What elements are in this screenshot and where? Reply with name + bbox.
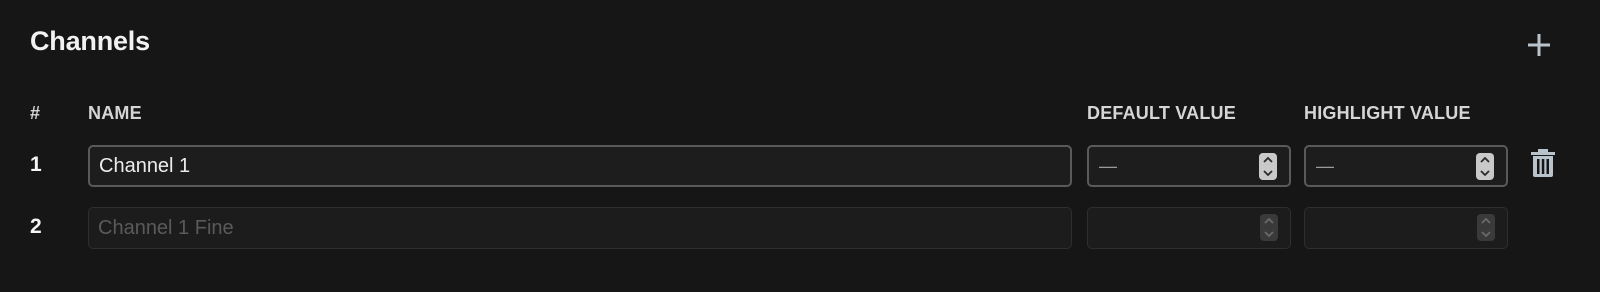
column-header-highlight-value: HIGHLIGHT VALUE: [1304, 103, 1471, 123]
column-header-default-value: DEFAULT VALUE: [1087, 103, 1236, 123]
column-header-name: NAME: [88, 103, 142, 123]
chevron-down-icon: [1263, 170, 1273, 177]
chevron-down-icon: [1264, 231, 1274, 238]
chevron-down-icon: [1480, 170, 1490, 177]
channel-name-field: [88, 207, 1072, 249]
chevron-up-icon: [1481, 217, 1491, 224]
default-value-field[interactable]: —: [1087, 145, 1291, 187]
chevron-down-icon: [1481, 231, 1491, 238]
row-index: 2: [30, 215, 42, 238]
highlight-value-field[interactable]: —: [1304, 145, 1508, 187]
highlight-value-field: [1304, 207, 1508, 249]
section-title: Channels: [30, 26, 150, 56]
highlight-value-stepper[interactable]: [1476, 153, 1494, 180]
channels-panel: Channels # NAME DEFAULT VALUE HIGHLIGHT …: [0, 0, 1600, 292]
highlight-value-stepper: [1477, 214, 1495, 241]
channel-name-input: [89, 216, 1071, 240]
default-value-stepper: [1260, 214, 1278, 241]
default-value-field: [1087, 207, 1291, 249]
channel-name-input[interactable]: [90, 154, 1070, 178]
column-header-index: #: [30, 103, 41, 123]
row-index: 1: [30, 153, 42, 176]
chevron-up-icon: [1264, 217, 1274, 224]
chevron-up-icon: [1480, 156, 1490, 163]
add-channel-button[interactable]: [1522, 28, 1556, 62]
default-value-stepper[interactable]: [1259, 153, 1277, 180]
chevron-up-icon: [1263, 156, 1273, 163]
trash-icon: [1531, 149, 1555, 177]
plus-icon: [1528, 34, 1550, 56]
delete-channel-button[interactable]: [1530, 148, 1556, 178]
channel-name-field[interactable]: [88, 145, 1072, 187]
